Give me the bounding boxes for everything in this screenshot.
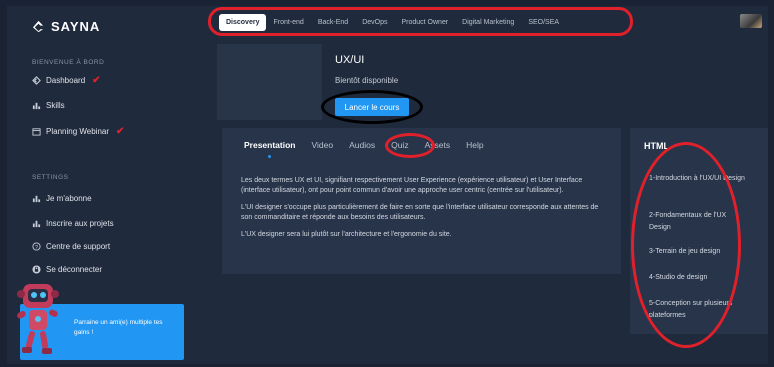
- help-icon: ?: [32, 242, 41, 251]
- course-thumbnail: [217, 44, 322, 120]
- lesson-item[interactable]: 5-Conception sur plusieurs plateformes: [649, 298, 749, 321]
- tab-seo-sea[interactable]: SEO/SEA: [521, 14, 566, 31]
- tab-back-end[interactable]: Back-End: [311, 14, 355, 31]
- lesson-item[interactable]: 2-Fondamentaux de l'UX Design: [649, 210, 749, 233]
- sidebar-item-planning-webinar[interactable]: Planning Webinar ✔: [32, 126, 124, 137]
- sidebar-item-label: Skills: [46, 101, 65, 110]
- tab-devops[interactable]: DevOps: [355, 14, 394, 31]
- sidebar-item-dashboard[interactable]: Dashboard ✔: [32, 75, 101, 86]
- referral-text: Parraine un ami(e) multiple tes gains !: [74, 319, 163, 336]
- paragraph: L'UX designer sera lui plutôt sur l'arch…: [241, 231, 452, 238]
- lessons-title: HTML: [644, 141, 669, 151]
- sidebar-item-logout[interactable]: Se déconnecter: [32, 265, 102, 274]
- paragraph: L'UI designer s'occupe plus particulière…: [241, 204, 599, 221]
- tab-presentation[interactable]: Presentation: [244, 140, 304, 158]
- tab-quiz[interactable]: Quiz: [383, 140, 416, 150]
- sidebar-section-settings: SETTINGS: [32, 174, 69, 181]
- category-tabs: Discovery Front-end Back-End DevOps Prod…: [214, 10, 627, 34]
- presentation-text: Les deux termes UX et UI, signifiant res…: [241, 176, 606, 248]
- bar-chart-icon: [32, 101, 41, 110]
- tab-digital-marketing[interactable]: Digital Marketing: [455, 14, 521, 31]
- tab-product-owner[interactable]: Product Owner: [394, 14, 455, 31]
- dashboard-icon: [32, 76, 41, 85]
- sidebar-item-label: Planning Webinar: [46, 127, 110, 136]
- sidebar-item-register-projects[interactable]: Inscrire aux projets: [32, 219, 114, 228]
- svg-text:?: ?: [35, 245, 38, 251]
- course-status: Bientôt disponible: [335, 76, 399, 85]
- lesson-item[interactable]: 1-Introduction à l'UX/UI Design: [649, 173, 749, 185]
- robot-mascot-icon: [17, 284, 59, 354]
- check-icon: ✔: [116, 126, 125, 137]
- sidebar-item-label: Inscrire aux projets: [46, 219, 114, 228]
- user-avatar[interactable]: [740, 14, 762, 28]
- sidebar-item-label: Centre de support: [46, 242, 111, 251]
- sidebar-item-label: Je m'abonne: [46, 194, 92, 203]
- bar-chart-icon: [32, 194, 41, 203]
- sidebar-item-skills[interactable]: Skills: [32, 101, 65, 110]
- sidebar-item-label: Dashboard: [46, 76, 86, 85]
- course-content-panel: Presentation Video Audios Quiz Assets He…: [222, 128, 621, 274]
- calendar-icon: [32, 127, 41, 136]
- launch-course-button[interactable]: Lancer le cours: [335, 98, 409, 116]
- tab-audios[interactable]: Audios: [341, 140, 383, 150]
- check-icon: ✔: [92, 75, 101, 86]
- sidebar-section-welcome: BIENVENUE À BORD: [32, 59, 105, 66]
- lesson-item[interactable]: 4-Studio de design: [649, 272, 749, 284]
- logo-icon: [32, 20, 44, 32]
- brand-logo[interactable]: SAYNA: [32, 16, 100, 36]
- paragraph: Les deux termes UX et UI, signifiant res…: [241, 177, 583, 194]
- tab-help[interactable]: Help: [458, 140, 491, 150]
- brand-name: SAYNA: [51, 18, 101, 34]
- sidebar-item-support-center[interactable]: ? Centre de support: [32, 242, 110, 251]
- content-tabs: Presentation Video Audios Quiz Assets He…: [244, 140, 492, 158]
- tab-assets[interactable]: Assets: [417, 140, 459, 150]
- course-title: UX/UI: [335, 54, 365, 66]
- sidebar-item-label: Se déconnecter: [46, 265, 103, 274]
- lock-icon: [32, 265, 41, 274]
- lessons-panel: HTML 1-Introduction à l'UX/UI Design 2-F…: [630, 128, 768, 334]
- sidebar-item-subscribe[interactable]: Je m'abonne: [32, 194, 92, 203]
- lesson-item[interactable]: 3-Terrain de jeu design: [649, 246, 749, 258]
- bar-chart-icon: [32, 219, 41, 228]
- app-window: SAYNA Discovery Front-end Back-End DevOp…: [7, 6, 768, 364]
- tab-front-end[interactable]: Front-end: [266, 14, 310, 31]
- tab-video[interactable]: Video: [304, 140, 342, 150]
- tab-discovery[interactable]: Discovery: [219, 13, 267, 31]
